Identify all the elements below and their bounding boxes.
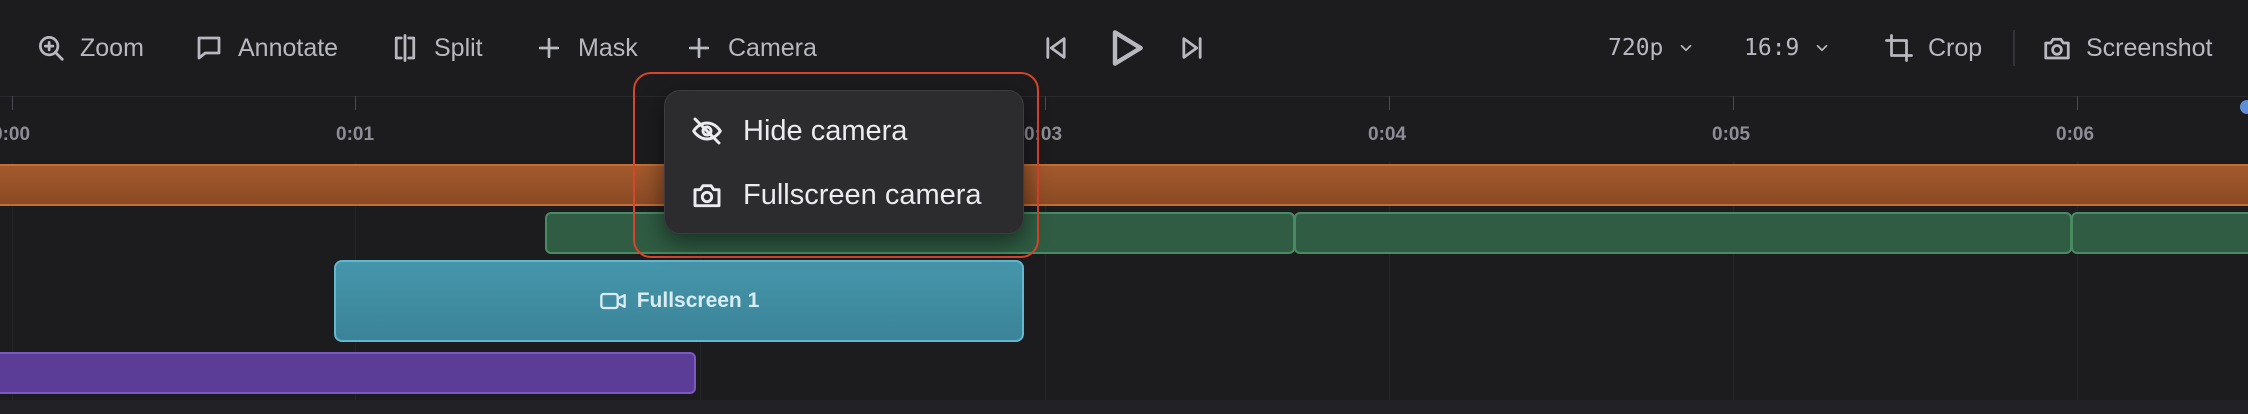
hide-camera-label: Hide camera	[743, 114, 908, 147]
zoom-clip[interactable]	[2071, 212, 2248, 254]
aspect-ratio-select[interactable]: 16:9	[1744, 24, 1831, 72]
ruler-label: 0:06	[2056, 124, 2095, 145]
mask-button[interactable]: Mask	[534, 24, 638, 72]
eye-off-icon	[692, 117, 722, 145]
ruler-tick	[12, 96, 13, 110]
mask-label: Mask	[578, 33, 638, 62]
chevron-down-icon	[1817, 44, 1828, 52]
fullscreen-camera-clip[interactable]: Fullscreen 1	[334, 260, 1024, 342]
plus-icon	[688, 37, 710, 59]
crop-button[interactable]: Crop	[1884, 24, 1982, 72]
recording-track-clip[interactable]	[0, 164, 2248, 206]
chevron-down-icon	[1681, 44, 1692, 52]
camera-icon	[2044, 37, 2070, 60]
fullscreen-clip-label: Fullscreen 1	[636, 289, 760, 312]
annotate-button[interactable]: Annotate	[194, 24, 338, 72]
screenshot-button[interactable]: Screenshot	[2042, 24, 2212, 72]
ruler-tick	[2077, 96, 2078, 110]
ruler-label: 0:00	[0, 124, 31, 145]
toolbar: Zoom Annotate Split Mask Camera 720p 16:…	[0, 0, 2248, 97]
split-icon	[394, 34, 416, 62]
zoom-in-icon	[39, 36, 64, 61]
resolution-select[interactable]: 720p	[1608, 24, 1695, 72]
plus-icon	[538, 37, 560, 59]
screenshot-label: Screenshot	[2086, 33, 2213, 62]
camera-icon	[693, 184, 721, 208]
play-icon[interactable]	[1104, 26, 1148, 70]
timeline-scrollbar[interactable]	[0, 400, 2248, 414]
ruler-tick	[1733, 96, 1734, 110]
toolbar-divider	[2013, 30, 2015, 66]
hide-camera-menu-item[interactable]: Hide camera	[691, 106, 907, 156]
ruler-label: 0:05	[1712, 124, 1751, 145]
ruler-label: 0:04	[1368, 124, 1407, 145]
video-camera-icon	[599, 292, 626, 310]
split-label: Split	[434, 33, 483, 62]
crop-label: Crop	[1928, 33, 1983, 62]
audio-clip[interactable]	[0, 352, 696, 394]
camera-label: Camera	[728, 33, 817, 62]
ruler-label: 0:01	[336, 124, 375, 145]
skip-back-icon[interactable]	[1042, 34, 1070, 62]
split-button[interactable]: Split	[390, 24, 483, 72]
playhead-handle[interactable]	[2240, 100, 2248, 114]
aspect-ratio-value: 16:9	[1744, 35, 1800, 61]
camera-dropdown-menu: Hide camera Fullscreen camera	[664, 90, 1024, 234]
fullscreen-camera-menu-item[interactable]: Fullscreen camera	[691, 170, 982, 220]
ruler-tick	[355, 96, 356, 110]
zoom-button[interactable]: Zoom	[36, 24, 144, 72]
comment-icon	[197, 36, 221, 60]
ruler-tick	[1045, 96, 1046, 110]
zoom-clip[interactable]	[1294, 212, 2072, 254]
fullscreen-camera-label: Fullscreen camera	[743, 178, 982, 211]
crop-icon	[1885, 34, 1913, 62]
zoom-label: Zoom	[80, 33, 144, 62]
resolution-value: 720p	[1608, 35, 1664, 61]
camera-button[interactable]: Camera	[684, 24, 817, 72]
skip-forward-icon[interactable]	[1178, 34, 1206, 62]
annotate-label: Annotate	[238, 33, 339, 62]
ruler-tick	[1389, 96, 1390, 110]
